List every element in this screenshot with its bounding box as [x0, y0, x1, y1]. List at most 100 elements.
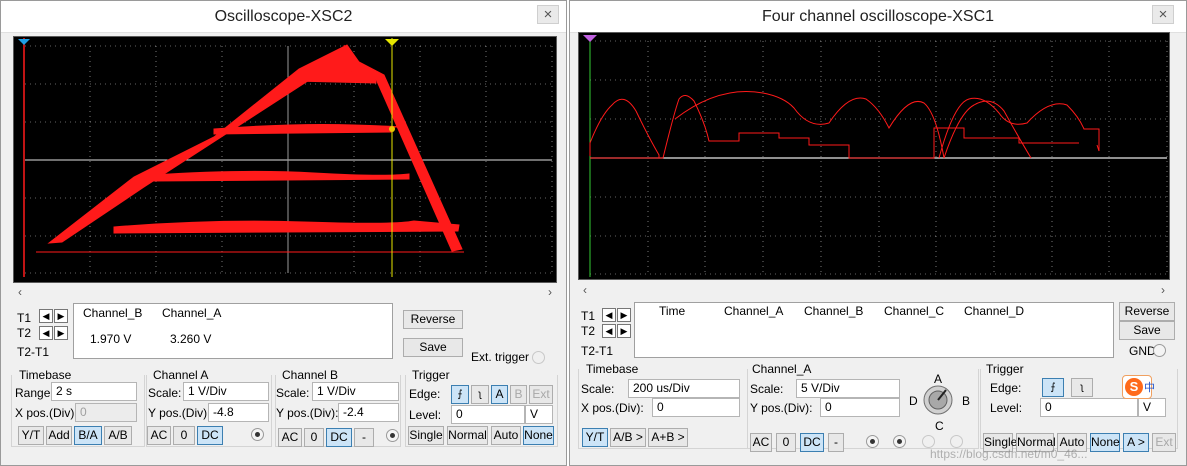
xsc2-ba-button[interactable]: B/A	[74, 426, 102, 445]
xsc2-channel-b-value: 1.970 V	[90, 332, 132, 346]
xsc2-chb-ypos-input[interactable]: -2.4	[338, 403, 399, 422]
xsc1-t1-left-button[interactable]: ◀	[602, 308, 616, 322]
xsc2-titlebar: Oscilloscope-XSC2	[1, 1, 566, 33]
xsc2-trig-b-button[interactable]: B	[510, 385, 527, 404]
xsc2-auto-button[interactable]: Auto	[491, 426, 521, 445]
xsc1-hscrollbar[interactable]: ‹ ›	[578, 283, 1170, 297]
xsc1-ch-invert-button[interactable]: -	[828, 433, 844, 452]
xsc2-channel-a-header: Channel_A	[162, 306, 222, 320]
xsc2-cha-scale-label: Scale:	[148, 386, 182, 400]
xsc2-normal-button[interactable]: Normal	[447, 426, 488, 445]
xsc1-rising-edge-button[interactable]: ⨍	[1042, 378, 1064, 397]
xsc2-ext-trigger-terminal[interactable]	[532, 351, 545, 364]
xsc2-t2-label: T2	[17, 326, 32, 340]
xsc2-readout-panel: Channel_B Channel_A 1.970 V 3.260 V	[73, 303, 393, 359]
xsc2-cha-scale-input[interactable]: 1 V/Div	[183, 382, 269, 401]
xsc2-chb-ac-button[interactable]: AC	[278, 428, 302, 447]
ime-mode-label: 中	[1144, 382, 1155, 394]
xsc2-single-button[interactable]: Single	[408, 426, 444, 445]
xsc1-aplusb-button[interactable]: A+B >	[648, 428, 688, 447]
xsc2-cursor-1-marker[interactable]	[18, 39, 30, 45]
xsc2-t1-right-button[interactable]: ▶	[54, 309, 68, 323]
xsc2-plot	[18, 38, 553, 277]
xsc2-reverse-button[interactable]: Reverse	[403, 310, 463, 329]
ime-badge[interactable]: S 中	[1122, 375, 1155, 399]
xsc1-t2-left-button[interactable]: ◀	[602, 324, 616, 338]
xsc2-scroll-right-icon[interactable]: ›	[543, 285, 557, 299]
xsc2-hscrollbar[interactable]: ‹ ›	[13, 285, 557, 299]
oscilloscope-xsc2-window: Oscilloscope-XSC2 × ‹ › T1 ◀ ▶ T2 ◀ ▶ T2…	[0, 0, 567, 466]
xsc2-t2-left-button[interactable]: ◀	[39, 326, 53, 340]
xsc1-time-header: Time	[659, 304, 686, 318]
xsc1-ab-button[interactable]: A/B >	[610, 428, 646, 447]
xsc1-scroll-right-icon[interactable]: ›	[1156, 283, 1170, 297]
xsc2-channel-b-header: Channel_B	[83, 306, 143, 320]
xsc2-save-button[interactable]: Save	[403, 338, 463, 357]
xsc2-t2t1-label: T2-T1	[17, 345, 50, 359]
xsc1-xpos-input[interactable]: 0	[652, 398, 740, 417]
xsc2-level-label: Level:	[409, 408, 442, 422]
xsc1-t2-right-button[interactable]: ▶	[617, 324, 631, 338]
xsc1-save-button[interactable]: Save	[1119, 321, 1175, 340]
xsc1-falling-edge-button[interactable]: ʅ	[1071, 378, 1093, 397]
xsc1-trace	[589, 90, 1100, 159]
xsc2-chb-invert-button[interactable]: -	[354, 428, 374, 447]
xsc2-cha-zero-button[interactable]: 0	[173, 426, 195, 445]
xsc1-t1-right-button[interactable]: ▶	[617, 308, 631, 322]
xsc1-ch-scale-input[interactable]: 5 V/Div	[796, 379, 900, 398]
xsc1-ch-ypos-input[interactable]: 0	[820, 398, 900, 417]
xsc1-gnd-terminal[interactable]	[1153, 344, 1166, 357]
xsc2-none-button[interactable]: None	[523, 426, 554, 445]
xsc1-ext-button[interactable]: Ext	[1152, 433, 1176, 452]
xsc2-add-button[interactable]: Add	[46, 426, 72, 445]
xsc2-t1-left-button[interactable]: ◀	[39, 309, 53, 323]
xsc2-close-button[interactable]: ×	[537, 5, 559, 24]
xsc2-scroll-left-icon[interactable]: ‹	[13, 285, 27, 299]
xsc2-chb-ypos-label: Y pos.(Div):	[276, 406, 339, 420]
falling-edge-icon: ʅ	[478, 389, 482, 400]
xsc2-chb-zero-button[interactable]: 0	[304, 428, 324, 447]
xsc2-falling-edge-button[interactable]: ʅ	[471, 385, 489, 404]
xsc2-chb-dc-button[interactable]: DC	[326, 428, 352, 447]
xsc1-scale-label: Scale:	[581, 382, 615, 396]
xsc1-a-trigger-button[interactable]: A >	[1123, 433, 1149, 452]
xsc1-yt-button[interactable]: Y/T	[582, 428, 608, 447]
xsc2-ab-button[interactable]: A/B	[104, 426, 132, 445]
xsc2-channel-a-title: Channel A	[153, 368, 209, 382]
xsc1-knob-label-b: B	[962, 394, 971, 408]
xsc1-level-input[interactable]: 0	[1040, 398, 1138, 417]
xsc2-cha-terminal[interactable]	[251, 428, 264, 441]
xsc2-range-input[interactable]: 2 s	[51, 382, 137, 401]
xsc2-xpos-input[interactable]: 0	[75, 403, 137, 422]
xsc2-chb-terminal[interactable]	[386, 429, 399, 442]
xsc1-channel-knob[interactable]	[922, 384, 954, 416]
xsc2-title: Oscilloscope-XSC2	[214, 8, 353, 25]
xsc2-cha-dc-button[interactable]: DC	[197, 426, 223, 445]
xsc2-cursor-2-marker[interactable]	[385, 39, 399, 46]
xsc2-cha-ypos-label: Y pos.(Div):	[148, 406, 211, 420]
xsc2-level-unit[interactable]: V	[525, 405, 553, 424]
xsc1-ch-ac-button[interactable]: AC	[750, 433, 772, 452]
xsc1-reverse-button[interactable]: Reverse	[1119, 302, 1175, 321]
xsc2-level-input[interactable]: 0	[451, 405, 525, 424]
xsc1-ch-b-terminal[interactable]	[893, 435, 906, 448]
xsc2-t2-right-button[interactable]: ▶	[54, 326, 68, 340]
xsc2-trig-a-button[interactable]: A	[491, 385, 508, 404]
xsc2-trig-ext-button[interactable]: Ext	[529, 385, 553, 404]
xsc2-chb-scale-input[interactable]: 1 V/Div	[312, 382, 399, 401]
xsc1-none-button[interactable]: None	[1090, 433, 1120, 452]
xsc1-ch-zero-button[interactable]: 0	[776, 433, 796, 452]
xsc2-cha-ypos-input[interactable]: -4.8	[208, 403, 269, 422]
rising-edge-icon: ⨍	[1050, 382, 1056, 393]
xsc1-scale-input[interactable]: 200 us/Div	[628, 379, 740, 398]
xsc2-cha-ac-button[interactable]: AC	[147, 426, 171, 445]
xsc1-ch-dc-button[interactable]: DC	[800, 433, 824, 452]
xsc2-yt-button[interactable]: Y/T	[18, 426, 44, 445]
xsc1-close-button[interactable]: ×	[1152, 5, 1174, 24]
xsc2-rising-edge-button[interactable]: ⨍	[451, 385, 469, 404]
xsc1-scroll-left-icon[interactable]: ‹	[578, 283, 592, 297]
xsc1-t1-label: T1	[581, 309, 596, 323]
xsc1-cursor-marker[interactable]	[583, 35, 597, 42]
xsc1-level-unit[interactable]: V	[1138, 398, 1166, 417]
xsc1-ch-a-terminal[interactable]	[866, 435, 879, 448]
